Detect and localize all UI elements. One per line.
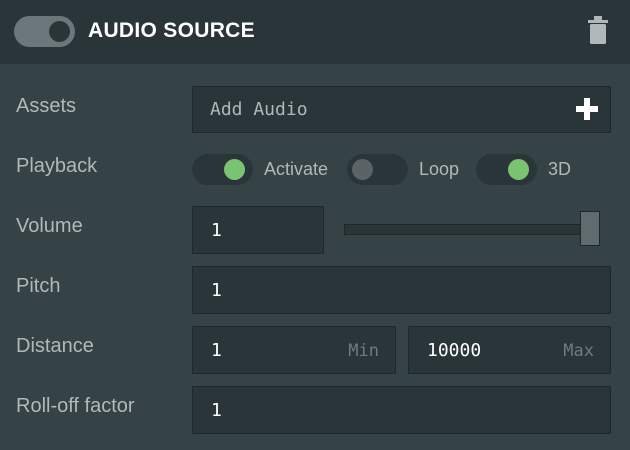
volume-slider-handle[interactable] <box>580 211 600 246</box>
volume-input[interactable]: 1 <box>192 206 324 254</box>
component-title: AUDIO SOURCE <box>88 19 255 42</box>
component-enable-toggle[interactable] <box>14 16 75 47</box>
pitch-input[interactable]: 1 <box>192 266 611 314</box>
activate-toggle[interactable] <box>192 154 253 185</box>
toggle-knob <box>224 159 245 180</box>
assets-label: Assets <box>16 95 77 117</box>
add-audio-label: Add Audio <box>210 99 308 120</box>
distance-min-suffix: Min <box>348 341 379 361</box>
distance-max-value: 10000 <box>427 340 482 361</box>
trash-icon[interactable] <box>588 16 608 45</box>
distance-label: Distance <box>16 335 94 357</box>
toggle-knob <box>508 159 529 180</box>
pitch-value: 1 <box>211 280 222 301</box>
playback-label: Playback <box>16 155 98 177</box>
distance-min-value: 1 <box>211 340 222 361</box>
rolloff-value: 1 <box>211 400 222 421</box>
component-header: AUDIO SOURCE <box>0 0 630 64</box>
rolloff-input[interactable]: 1 <box>192 386 611 434</box>
activate-label: Activate <box>264 159 329 179</box>
distance-max-input[interactable]: 10000 Max <box>408 326 611 374</box>
3d-label: 3D <box>548 159 572 179</box>
volume-slider-track[interactable] <box>344 224 600 235</box>
volume-label: Volume <box>16 215 83 237</box>
volume-value: 1 <box>211 220 222 241</box>
distance-min-input[interactable]: 1 Min <box>192 326 396 374</box>
distance-max-suffix: Max <box>563 341 594 361</box>
add-audio-button[interactable]: Add Audio <box>192 86 611 133</box>
rolloff-label: Roll-off factor <box>16 395 135 417</box>
toggle-knob <box>352 159 373 180</box>
pitch-label: Pitch <box>16 275 61 297</box>
toggle-knob <box>49 21 70 42</box>
loop-toggle[interactable] <box>347 154 408 185</box>
plus-icon <box>576 98 598 120</box>
loop-label: Loop <box>419 159 460 179</box>
3d-toggle[interactable] <box>476 154 537 185</box>
